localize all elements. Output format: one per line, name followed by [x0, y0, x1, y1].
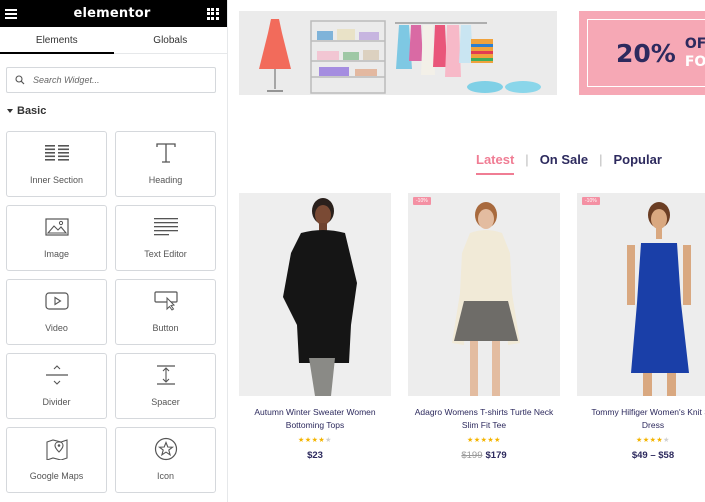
promo-frame: 20% OF FO — [587, 19, 705, 87]
product-card[interactable]: -10% Tommy Hilfiger Women's Knit Sh Dres… — [577, 193, 705, 461]
product-filter-tabs: Latest | On Sale | Popular — [476, 152, 662, 175]
image-icon — [44, 215, 69, 239]
widget-label: Spacer — [151, 397, 180, 407]
tab-elements[interactable]: Elements — [0, 27, 114, 54]
elementor-logo: elementor — [73, 6, 151, 21]
sale-badge: -10% — [582, 197, 600, 205]
divider-icon — [45, 363, 69, 387]
product-price: $49 – $58 — [577, 450, 705, 461]
product-name-line1[interactable]: Autumn Winter Sweater Women — [239, 406, 391, 419]
product-image[interactable]: -10% — [408, 193, 560, 396]
price-current: $179 — [485, 450, 507, 461]
text-editor-icon — [153, 215, 178, 239]
widget-label: Heading — [148, 175, 183, 185]
widget-label: Video — [45, 323, 68, 333]
widget-label: Button — [152, 323, 179, 333]
tab-globals[interactable]: Globals — [114, 27, 228, 53]
product-price: $199 $179 — [408, 450, 560, 461]
panel-tabs: Elements Globals — [0, 27, 227, 54]
inner-section-icon — [44, 141, 69, 165]
product-name-line1[interactable]: Adagro Womens T-shirts Turtle Neck — [408, 406, 560, 419]
google-maps-icon — [45, 437, 69, 461]
star-icon — [154, 437, 178, 461]
widget-button[interactable]: Button — [115, 279, 216, 345]
search-input[interactable] — [33, 75, 193, 85]
widget-spacer[interactable]: Spacer — [115, 353, 216, 419]
search-icon — [15, 75, 25, 85]
tab-latest[interactable]: Latest — [476, 152, 515, 175]
rating-stars: ★★★★★ — [636, 437, 670, 444]
product-price: $23 — [239, 450, 391, 461]
widget-divider[interactable]: Divider — [6, 353, 107, 419]
tab-separator: | — [599, 152, 603, 167]
price-current: $23 — [307, 450, 323, 461]
widget-text-editor[interactable]: Text Editor — [115, 205, 216, 271]
product-name-line2[interactable]: Dress — [577, 419, 705, 432]
sale-badge: -10% — [413, 197, 431, 205]
widget-heading[interactable]: Heading — [115, 131, 216, 197]
widget-label: Text Editor — [144, 249, 187, 259]
widget-inner-section[interactable]: Inner Section — [6, 131, 107, 197]
rating-stars: ★★★★★ — [298, 437, 332, 444]
product-card[interactable]: Autumn Winter Sweater Women Bottoming To… — [239, 193, 391, 461]
price-old: $199 — [461, 450, 483, 461]
product-name-line2[interactable]: Bottoming Tops — [239, 419, 391, 432]
product-name-line1[interactable]: Tommy Hilfiger Women's Knit Sh — [577, 406, 705, 419]
price-current: $49 – $58 — [631, 450, 675, 461]
clothing-rack-banner-image[interactable] — [239, 11, 557, 95]
category-basic[interactable]: Basic — [7, 105, 227, 117]
promo-text-line2: FO — [684, 54, 705, 70]
widget-label: Divider — [42, 397, 71, 407]
product-image[interactable] — [239, 193, 391, 396]
tab-popular[interactable]: Popular — [614, 152, 662, 167]
elementor-panel: elementor Elements Globals Basic — [0, 0, 228, 502]
widget-grid: Inner Section Heading Image Text Editor … — [6, 131, 216, 493]
screen: elementor Elements Globals Basic — [0, 0, 705, 502]
product-name-line2[interactable]: Slim Fit Tee — [408, 419, 560, 432]
video-icon — [44, 289, 69, 313]
hamburger-menu-icon[interactable] — [5, 8, 17, 19]
product-card[interactable]: -10% Adagro Womens T-shirts Turtle Neck … — [408, 193, 560, 461]
widget-image[interactable]: Image — [6, 205, 107, 271]
widget-label: Image — [43, 249, 69, 259]
panel-header: elementor — [0, 0, 227, 27]
button-icon — [153, 289, 178, 313]
spacer-icon — [154, 363, 178, 387]
widget-icon[interactable]: Icon — [115, 427, 216, 493]
widget-label: Inner Section — [29, 175, 84, 185]
promo-percent: 20% — [616, 38, 676, 68]
tab-separator: | — [525, 152, 529, 167]
heading-icon — [155, 141, 177, 165]
category-label: Basic — [17, 105, 47, 117]
caret-down-icon — [7, 109, 13, 113]
rating-stars: ★★★★★ — [467, 437, 501, 444]
widget-label: Icon — [156, 471, 174, 481]
promo-text: OF FO — [685, 35, 705, 71]
product-image[interactable]: -10% — [577, 193, 705, 396]
page-canvas: 20% OF FO Latest | On Sale | Popular Aut… — [228, 0, 705, 502]
widget-video[interactable]: Video — [6, 279, 107, 345]
tab-on-sale[interactable]: On Sale — [540, 152, 588, 167]
widgets-grid-icon[interactable] — [206, 7, 219, 20]
widget-label: Google Maps — [29, 471, 84, 481]
widget-google-maps[interactable]: Google Maps — [6, 427, 107, 493]
promo-text-line1: OF — [684, 36, 705, 52]
widget-search[interactable] — [6, 67, 216, 93]
promo-banner[interactable]: 20% OF FO — [579, 11, 705, 95]
